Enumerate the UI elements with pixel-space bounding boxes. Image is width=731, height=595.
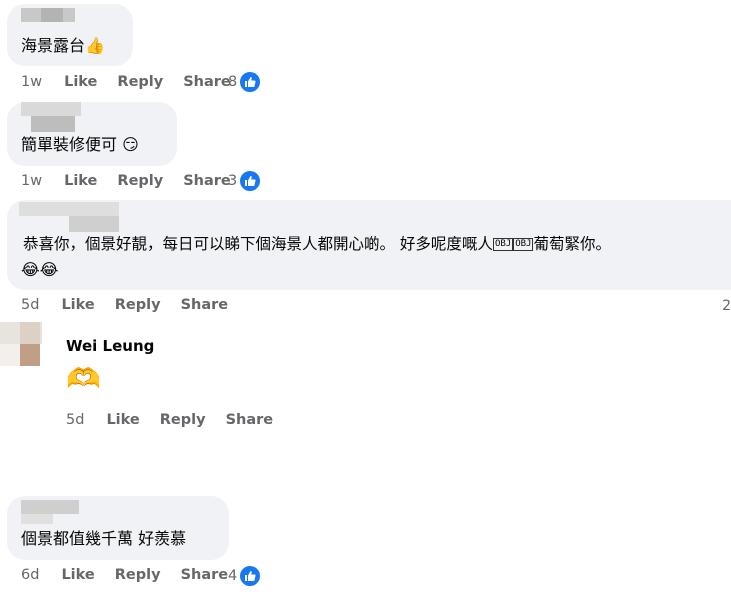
obj-placeholder-glyph: OBJ	[492, 238, 514, 251]
share-button[interactable]: Share	[226, 412, 274, 428]
reaction-count[interactable]: 3	[228, 170, 262, 192]
comment-actions: 1w Like Reply Share	[21, 173, 251, 189]
commenter-name-redacted[interactable]	[21, 102, 81, 132]
comment-bubble: 海景露台👍	[7, 4, 133, 66]
commenter-name-redacted[interactable]	[21, 8, 75, 22]
thumbs-up-emoji: 👍	[85, 36, 105, 55]
reaction-count[interactable]: 4	[228, 565, 262, 587]
comment-bubble: 簡單裝修便可 😏	[7, 102, 177, 166]
tears-of-joy-emoji: 😂😂	[21, 260, 59, 279]
comment-emoji-line: 😂😂	[21, 259, 58, 281]
comment-timestamp[interactable]: 6d	[21, 567, 39, 583]
reply-button[interactable]: Reply	[115, 567, 161, 583]
like-reaction-icon	[239, 71, 262, 93]
comment-text: 恭喜你，個景好靚，每日可以睇下個海景人都開心啲。 好多呢度嘅人 OBJ OBJ 葡萄緊…	[23, 235, 611, 253]
obj-placeholder-glyph: OBJ	[513, 238, 534, 251]
comment-bubble: 恭喜你，個景好靚，每日可以睇下個海景人都開心啲。 好多呢度嘅人 OBJ OBJ 葡萄緊…	[7, 200, 731, 290]
heart-hands-emoji: 🫶	[66, 362, 101, 395]
smirk-emoji: 😏	[122, 135, 139, 154]
comment-bubble: 個景都值幾千萬 好羨慕	[7, 496, 229, 560]
like-reaction-icon	[239, 565, 262, 587]
avatar[interactable]	[0, 322, 42, 366]
comment-timestamp[interactable]: 5d	[21, 297, 39, 313]
commenter-name-redacted[interactable]	[21, 500, 79, 524]
share-button[interactable]: Share	[183, 74, 231, 90]
reply-author-name[interactable]: Wei Leung	[66, 337, 154, 355]
share-button[interactable]: Share	[183, 173, 231, 189]
clipped-reaction-count: 2	[722, 298, 731, 314]
reaction-number: 8	[228, 74, 238, 90]
reply-button[interactable]: Reply	[117, 173, 163, 189]
like-button[interactable]: Like	[61, 297, 94, 313]
reaction-count[interactable]: 8	[228, 71, 262, 93]
reply-timestamp[interactable]: 5d	[66, 412, 84, 428]
comment-actions: 1w Like Reply Share	[21, 74, 251, 90]
like-reaction-icon	[239, 170, 262, 192]
share-button[interactable]: Share	[181, 297, 229, 313]
comment-text: 個景都值幾千萬 好羨慕	[21, 529, 187, 548]
share-button[interactable]: Share	[181, 567, 229, 583]
comment-actions: 6d Like Reply Share	[21, 567, 248, 583]
reaction-number: 3	[228, 173, 238, 189]
reaction-number: 4	[228, 568, 238, 584]
comment-text: 海景露台👍	[21, 36, 105, 55]
reply-button[interactable]: Reply	[160, 412, 206, 428]
reply-actions: 5d Like Reply Share	[66, 412, 293, 428]
comment-actions: 5d Like Reply Share	[21, 297, 248, 313]
reply-button[interactable]: Reply	[117, 74, 163, 90]
like-button[interactable]: Like	[64, 74, 97, 90]
comment-timestamp[interactable]: 1w	[21, 173, 42, 189]
like-button[interactable]: Like	[61, 567, 94, 583]
reply-button[interactable]: Reply	[115, 297, 161, 313]
comment-timestamp[interactable]: 1w	[21, 74, 42, 90]
like-button[interactable]: Like	[106, 412, 139, 428]
commenter-name-redacted[interactable]	[19, 202, 119, 232]
like-button[interactable]: Like	[64, 173, 97, 189]
comment-text: 簡單裝修便可 😏	[21, 135, 139, 154]
